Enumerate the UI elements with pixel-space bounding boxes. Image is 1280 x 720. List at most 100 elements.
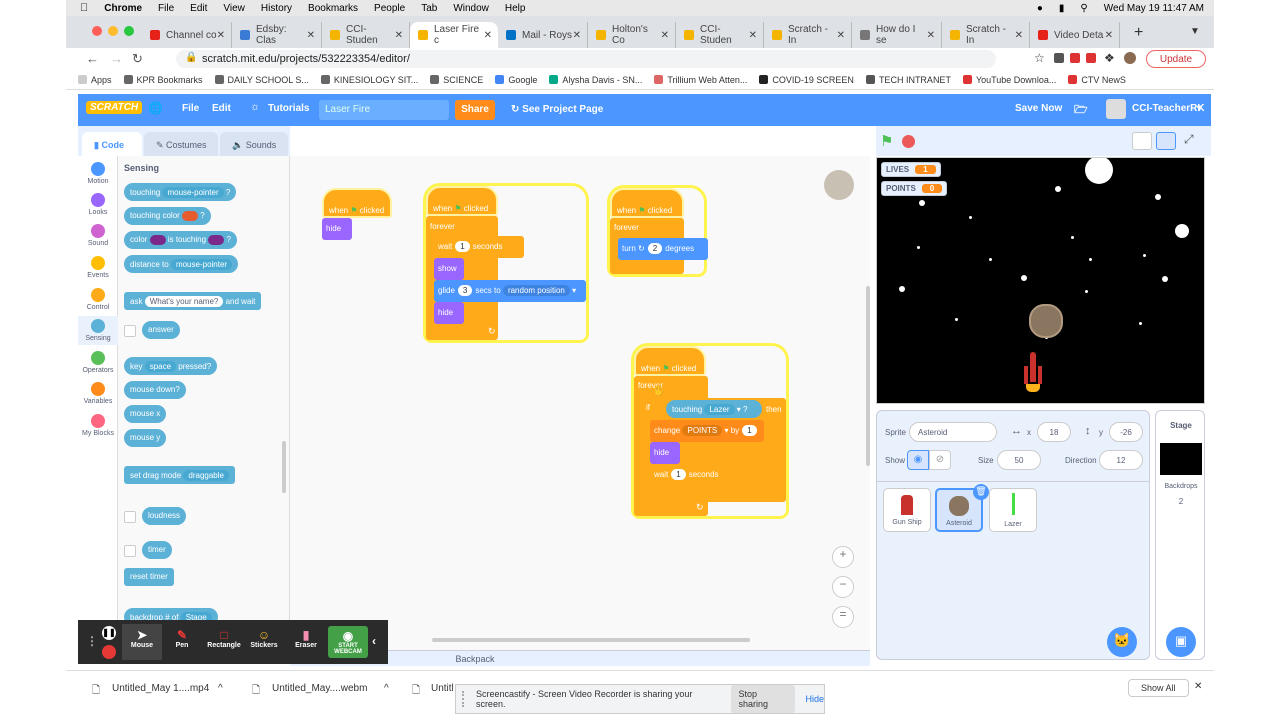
browser-tab[interactable]: Edsby: Clas ✕ <box>232 22 322 48</box>
hide-block[interactable]: hide <box>650 442 680 464</box>
menu-tab[interactable]: Tab <box>421 3 437 14</box>
reload-icon[interactable]: ↻ <box>132 51 143 67</box>
menu-tutorials[interactable]: Tutorials <box>268 103 309 114</box>
bookmark-item[interactable]: COVID-19 SCREEN <box>759 75 854 85</box>
close-tab-icon[interactable]: ✕ <box>1105 30 1113 41</box>
browser-tab[interactable]: Mail - Roys ✕ <box>498 22 588 48</box>
wait-block[interactable]: wait 1 seconds <box>434 236 524 258</box>
pause-icon[interactable]: ❚❚ <box>102 626 116 640</box>
block-mouse-y[interactable]: mouse y <box>124 429 167 447</box>
category-sound[interactable]: Sound <box>78 224 118 247</box>
bookmark-item[interactable]: YouTube Downloa... <box>962 75 1056 85</box>
collapse-chevron-icon[interactable]: ‹ <box>372 634 376 648</box>
battery-icon[interactable]: ▮ <box>1059 3 1065 14</box>
drag-handle-icon[interactable]: ⋮ <box>86 634 98 648</box>
close-tab-icon[interactable]: ✕ <box>395 30 403 41</box>
stage-canvas[interactable]: LIVES 1 POINTS 0 <box>876 157 1205 404</box>
wifi-icon[interactable]: ● <box>1037 3 1043 14</box>
category-sensing[interactable]: Sensing <box>78 316 118 345</box>
category-my-blocks[interactable]: My Blocks <box>78 414 118 437</box>
show-all-button[interactable]: Show All <box>1128 679 1189 697</box>
add-backdrop-button[interactable]: ▣ <box>1166 627 1196 657</box>
back-icon[interactable]: ← <box>86 51 99 66</box>
tool-rectangle[interactable]: □ Rectangle <box>204 628 244 649</box>
bookmark-item[interactable]: Alysha Davis - SN... <box>549 75 642 85</box>
tool-pen[interactable]: ✎ Pen <box>162 628 202 649</box>
user-menu[interactable]: CCI-TeacherRK <box>1132 103 1205 114</box>
bookmark-item[interactable]: TECH INTRANET <box>865 75 951 85</box>
browser-tab[interactable]: CCI-Studen ✕ <box>676 22 764 48</box>
project-title-input[interactable]: Laser Fire <box>319 100 449 120</box>
menu-people[interactable]: People <box>374 3 405 14</box>
block-reset-timer[interactable]: reset timer <box>124 568 174 586</box>
wait-block[interactable]: wait 1 seconds <box>650 464 740 486</box>
block-answer[interactable]: answer <box>142 321 180 339</box>
hide-block[interactable]: hide <box>434 302 464 324</box>
lightbulb-icon[interactable]: ☼ <box>250 101 260 113</box>
chevron-up-icon[interactable]: ^ <box>218 683 223 694</box>
category-variables[interactable]: Variables <box>78 382 118 405</box>
forward-icon[interactable]: → <box>110 51 123 66</box>
block-distance-to[interactable]: distance to mouse-pointer <box>124 255 239 273</box>
menu-help[interactable]: Help <box>505 3 526 14</box>
tool-eraser[interactable]: ▮ Eraser <box>286 628 326 649</box>
download-item[interactable]: Untitled_May 1....mp4 <box>112 683 209 694</box>
tab-code[interactable]: ▮ Code <box>82 132 142 156</box>
see-project-page-button[interactable]: ↻ See Project Page <box>503 100 608 120</box>
palette-scrollbar[interactable] <box>282 441 286 493</box>
block-key-pressed[interactable]: key space pressed? <box>124 357 218 375</box>
turn-block[interactable]: turn ↻ 2 degrees <box>618 238 708 260</box>
download-item[interactable]: Untitl <box>431 683 454 694</box>
tab-sounds[interactable]: 🔈 Sounds <box>220 132 288 156</box>
zoom-window-icon[interactable] <box>124 26 134 36</box>
category-events[interactable]: Events <box>78 256 118 279</box>
dropdown[interactable]: POINTS <box>682 425 723 436</box>
gun-ship-sprite[interactable] <box>1024 352 1042 396</box>
folder-icon[interactable]: 🗁 <box>1074 101 1088 120</box>
stage-thumbnail[interactable] <box>1160 443 1202 475</box>
chevron-down-icon[interactable]: ▾ <box>1197 103 1202 114</box>
bookmark-item[interactable]: SCIENCE <box>430 75 483 85</box>
browser-tab-active[interactable]: Laser Fire c ✕ <box>410 22 498 48</box>
avatar[interactable] <box>1124 52 1136 64</box>
globe-icon[interactable]: 🌐 <box>148 101 163 115</box>
dropdown[interactable]: mouse-pointer <box>170 259 233 270</box>
glide-block[interactable]: glide 3 secs to random position ▾ <box>434 280 586 302</box>
close-tab-icon[interactable]: ✕ <box>573 30 581 41</box>
block-ask[interactable]: ask What's your name? and wait <box>124 292 262 310</box>
number-input[interactable]: 1 <box>455 241 470 252</box>
extension-icon[interactable] <box>1070 53 1080 63</box>
bookmark-item[interactable]: Trillium Web Atten... <box>654 75 747 85</box>
close-tab-icon[interactable]: ✕ <box>484 30 492 41</box>
y-input[interactable]: -26 <box>1109 422 1143 442</box>
browser-tab[interactable]: Scratch - In ✕ <box>942 22 1030 48</box>
menu-file[interactable]: File <box>158 3 174 14</box>
asteroid-sprite[interactable] <box>1029 304 1063 338</box>
size-input[interactable]: 50 <box>997 450 1041 470</box>
number-input[interactable]: 1 <box>671 469 686 480</box>
browser-tab[interactable]: Holton's Co ✕ <box>588 22 676 48</box>
block-touching-color[interactable]: touching color ? <box>124 207 211 225</box>
stop-recording-icon[interactable] <box>102 645 116 659</box>
when-flag-clicked-block[interactable]: when ⚑ clicked <box>322 188 392 218</box>
tool-stickers[interactable]: ☺ Stickers <box>244 628 284 649</box>
scratch-logo[interactable]: SCRATCH <box>86 101 143 114</box>
browser-tab[interactable]: Scratch - In ✕ <box>764 22 852 48</box>
text-input[interactable]: What's your name? <box>144 296 224 307</box>
share-button[interactable]: Share <box>455 100 495 120</box>
direction-input[interactable]: 12 <box>1099 450 1143 470</box>
menu-edit[interactable]: Edit <box>190 3 207 14</box>
show-block[interactable]: show <box>434 258 464 280</box>
bookmark-item[interactable]: CTV NewS <box>1068 75 1126 85</box>
close-tab-icon[interactable]: ✕ <box>661 30 669 41</box>
add-sprite-button[interactable]: 🐱 <box>1107 627 1137 657</box>
puzzle-icon[interactable]: ❖ <box>1104 51 1115 65</box>
close-icon[interactable]: ✕ <box>1194 681 1202 692</box>
browser-tab[interactable]: Channel co ✕ <box>142 22 232 48</box>
checkbox[interactable] <box>124 325 136 337</box>
category-looks[interactable]: Looks <box>78 193 118 216</box>
category-motion[interactable]: Motion <box>78 162 118 185</box>
sprite-tile-lazer[interactable]: Lazer <box>989 488 1037 532</box>
zoom-in-button[interactable]: + <box>832 546 854 568</box>
dropdown[interactable]: space <box>144 361 177 372</box>
